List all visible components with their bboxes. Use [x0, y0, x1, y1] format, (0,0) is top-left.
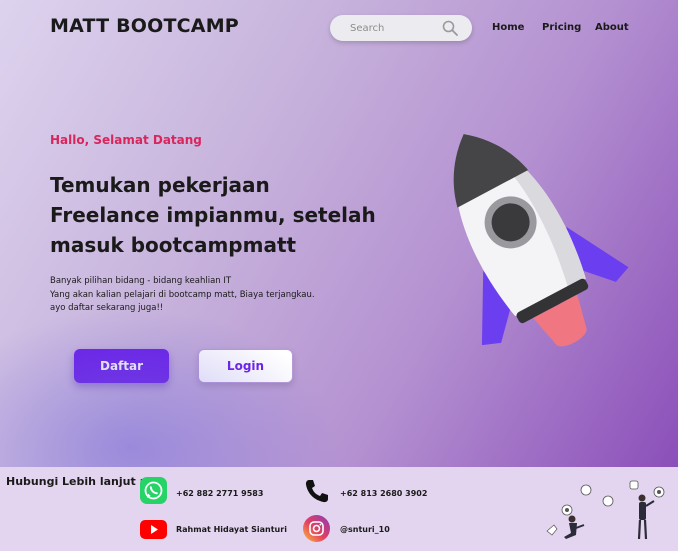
- whatsapp-number[interactable]: +62 882 2771 9583: [176, 489, 263, 498]
- description-line: Yang akan kalian pelajari di bootcamp ma…: [50, 289, 315, 300]
- instagram-handle[interactable]: @snturi_10: [340, 525, 390, 534]
- hero-section: MATT BOOTCAMP Home Pricing About Hallo, …: [0, 0, 678, 467]
- register-button[interactable]: Daftar: [74, 349, 169, 383]
- search-bar[interactable]: [330, 15, 472, 41]
- nav-about[interactable]: About: [595, 22, 629, 33]
- greeting-text: Hallo, Selamat Datang: [50, 133, 202, 147]
- nav-pricing[interactable]: Pricing: [542, 22, 581, 33]
- rocket-illustration: [453, 134, 629, 347]
- hero-description: Banyak pilihan bidang - bidang keahlian …: [50, 275, 350, 316]
- description-line: ayo daftar sekarang juga!!: [50, 303, 164, 313]
- youtube-icon[interactable]: [140, 520, 167, 539]
- phone-number[interactable]: +62 813 2680 3902: [340, 489, 427, 498]
- nav-home[interactable]: Home: [492, 22, 524, 33]
- contact-footer: Hubungi Lebih lanjut : +62 882 2771 9583…: [0, 467, 678, 551]
- headline-line: Temukan pekerjaan: [50, 173, 270, 197]
- headline-line: Freelance impianmu, setelah: [50, 203, 376, 227]
- phone-icon[interactable]: [303, 477, 331, 505]
- hero-headline: Temukan pekerjaan Freelance impianmu, se…: [50, 170, 380, 260]
- instagram-icon[interactable]: [303, 515, 330, 542]
- footer-title: Hubungi Lebih lanjut :: [6, 475, 144, 488]
- headline-line: masuk bootcampmatt: [50, 233, 297, 257]
- description-line: Banyak pilihan bidang - bidang keahlian …: [50, 276, 232, 286]
- whatsapp-icon[interactable]: [140, 477, 167, 504]
- search-input[interactable]: [348, 21, 448, 35]
- youtube-channel[interactable]: Rahmat Hidayat Sianturi: [176, 525, 287, 534]
- social-people-illustration: [546, 480, 665, 540]
- login-button[interactable]: Login: [198, 349, 293, 383]
- search-icon[interactable]: [442, 20, 458, 36]
- brand-logo[interactable]: MATT BOOTCAMP: [50, 15, 239, 37]
